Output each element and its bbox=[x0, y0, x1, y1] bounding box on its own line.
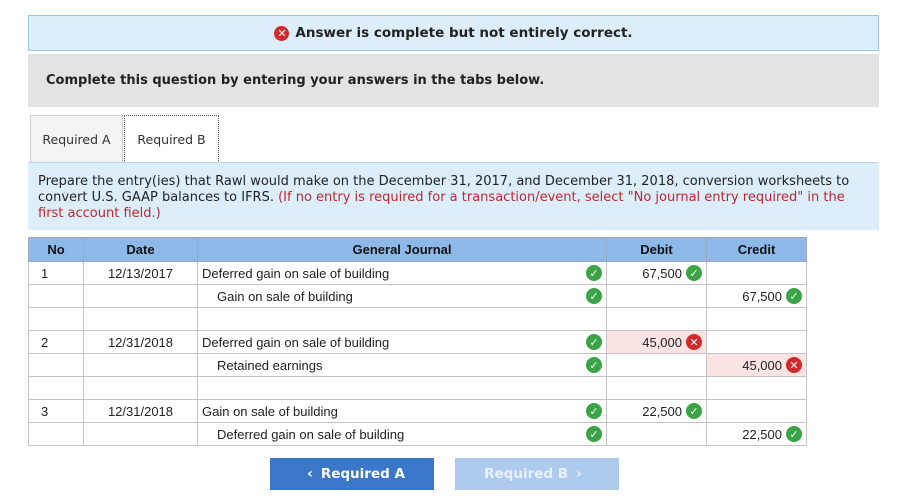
tab-required-a-label: Required A bbox=[42, 132, 111, 147]
credit-cell[interactable] bbox=[706, 261, 807, 285]
entry-date[interactable] bbox=[83, 353, 198, 377]
check-icon: ✓ bbox=[586, 334, 602, 350]
credit-amount: 22,500 bbox=[742, 426, 782, 442]
debit-cell[interactable]: 67,500 ✓ bbox=[606, 261, 707, 285]
question-panel: Prepare the entry(ies) that Rawl would m… bbox=[28, 162, 879, 230]
account-name: Gain on sale of building bbox=[202, 403, 338, 419]
debit-cell[interactable] bbox=[606, 422, 707, 446]
chevron-left-icon: ‹ bbox=[307, 466, 313, 482]
account-cell[interactable]: Deferred gain on sale of building ✓ bbox=[197, 422, 607, 446]
table-row: Deferred gain on sale of building ✓ 22,5… bbox=[28, 422, 807, 446]
tab-required-b[interactable]: Required B bbox=[124, 115, 219, 163]
tab-required-b-label: Required B bbox=[137, 132, 206, 147]
debit-amount: 67,500 bbox=[642, 265, 682, 281]
check-icon: ✓ bbox=[786, 288, 802, 304]
entry-date[interactable]: 12/13/2017 bbox=[83, 261, 198, 285]
check-icon: ✓ bbox=[586, 288, 602, 304]
entry-no: 1 bbox=[28, 261, 84, 285]
x-circle-icon: ✕ bbox=[686, 334, 702, 350]
credit-cell[interactable] bbox=[706, 330, 807, 354]
header-no: No bbox=[28, 237, 84, 262]
debit-cell[interactable] bbox=[606, 353, 707, 377]
table-row: 3 12/31/2018 Gain on sale of building ✓ … bbox=[28, 399, 807, 423]
check-icon: ✓ bbox=[586, 403, 602, 419]
entry-no: 3 bbox=[28, 399, 84, 423]
credit-amount: 45,000 bbox=[742, 357, 782, 373]
account-name: Retained earnings bbox=[217, 357, 323, 373]
journal-table: No Date General Journal Debit Credit 1 1… bbox=[28, 237, 807, 446]
credit-amount: 67,500 bbox=[742, 288, 782, 304]
answer-status-text: Answer is complete but not entirely corr… bbox=[295, 25, 633, 41]
debit-cell[interactable]: 45,000 ✕ bbox=[606, 330, 707, 354]
header-general-journal: General Journal bbox=[197, 237, 607, 262]
x-circle-icon: ✕ bbox=[786, 357, 802, 373]
check-icon: ✓ bbox=[586, 357, 602, 373]
next-button-label: Required B bbox=[484, 466, 569, 482]
table-row: Retained earnings ✓ 45,000 ✕ bbox=[28, 353, 807, 377]
table-row: 1 12/13/2017 Deferred gain on sale of bu… bbox=[28, 261, 807, 285]
account-cell[interactable]: Deferred gain on sale of building ✓ bbox=[197, 261, 607, 285]
check-icon: ✓ bbox=[586, 265, 602, 281]
x-circle-icon: ✕ bbox=[274, 25, 290, 41]
entry-no bbox=[28, 422, 84, 446]
check-icon: ✓ bbox=[786, 426, 802, 442]
entry-date[interactable] bbox=[83, 422, 198, 446]
account-name: Deferred gain on sale of building bbox=[202, 265, 390, 281]
account-cell[interactable]: Gain on sale of building ✓ bbox=[197, 399, 607, 423]
tab-bar: Required A Required B bbox=[30, 115, 219, 163]
account-name: Deferred gain on sale of building bbox=[217, 426, 405, 442]
credit-cell[interactable] bbox=[706, 399, 807, 423]
tab-required-a[interactable]: Required A bbox=[30, 115, 123, 163]
account-name: Gain on sale of building bbox=[217, 288, 353, 304]
account-cell[interactable]: Retained earnings ✓ bbox=[197, 353, 607, 377]
instruction-bar: Complete this question by entering your … bbox=[28, 54, 879, 107]
credit-cell[interactable]: 67,500 ✓ bbox=[706, 284, 807, 308]
header-debit: Debit bbox=[606, 237, 707, 262]
instruction-text: Complete this question by entering your … bbox=[46, 73, 545, 88]
credit-cell[interactable]: 45,000 ✕ bbox=[706, 353, 807, 377]
entry-date[interactable]: 12/31/2018 bbox=[83, 330, 198, 354]
debit-cell[interactable] bbox=[606, 284, 707, 308]
check-icon: ✓ bbox=[686, 403, 702, 419]
table-row: Gain on sale of building ✓ 67,500 ✓ bbox=[28, 284, 807, 308]
header-date: Date bbox=[83, 237, 198, 262]
entry-date[interactable] bbox=[83, 284, 198, 308]
header-credit: Credit bbox=[706, 237, 807, 262]
chevron-right-icon: › bbox=[576, 466, 582, 482]
debit-amount: 22,500 bbox=[642, 403, 682, 419]
account-cell[interactable]: Gain on sale of building ✓ bbox=[197, 284, 607, 308]
credit-cell[interactable]: 22,500 ✓ bbox=[706, 422, 807, 446]
entry-no bbox=[28, 353, 84, 377]
account-name: Deferred gain on sale of building bbox=[202, 334, 390, 350]
table-row bbox=[28, 307, 807, 331]
answer-status-banner: ✕ Answer is complete but not entirely co… bbox=[28, 15, 879, 51]
table-row: 2 12/31/2018 Deferred gain on sale of bu… bbox=[28, 330, 807, 354]
next-required-b-button[interactable]: Required B › bbox=[455, 458, 619, 490]
entry-date[interactable]: 12/31/2018 bbox=[83, 399, 198, 423]
table-row bbox=[28, 376, 807, 400]
check-icon: ✓ bbox=[686, 265, 702, 281]
entry-no: 2 bbox=[28, 330, 84, 354]
prev-required-a-button[interactable]: ‹ Required A bbox=[270, 458, 434, 490]
entry-no bbox=[28, 284, 84, 308]
journal-header-row: No Date General Journal Debit Credit bbox=[28, 237, 807, 262]
check-icon: ✓ bbox=[586, 426, 602, 442]
debit-cell[interactable]: 22,500 ✓ bbox=[606, 399, 707, 423]
prev-button-label: Required A bbox=[320, 466, 405, 482]
account-cell[interactable]: Deferred gain on sale of building ✓ bbox=[197, 330, 607, 354]
debit-amount: 45,000 bbox=[642, 334, 682, 350]
